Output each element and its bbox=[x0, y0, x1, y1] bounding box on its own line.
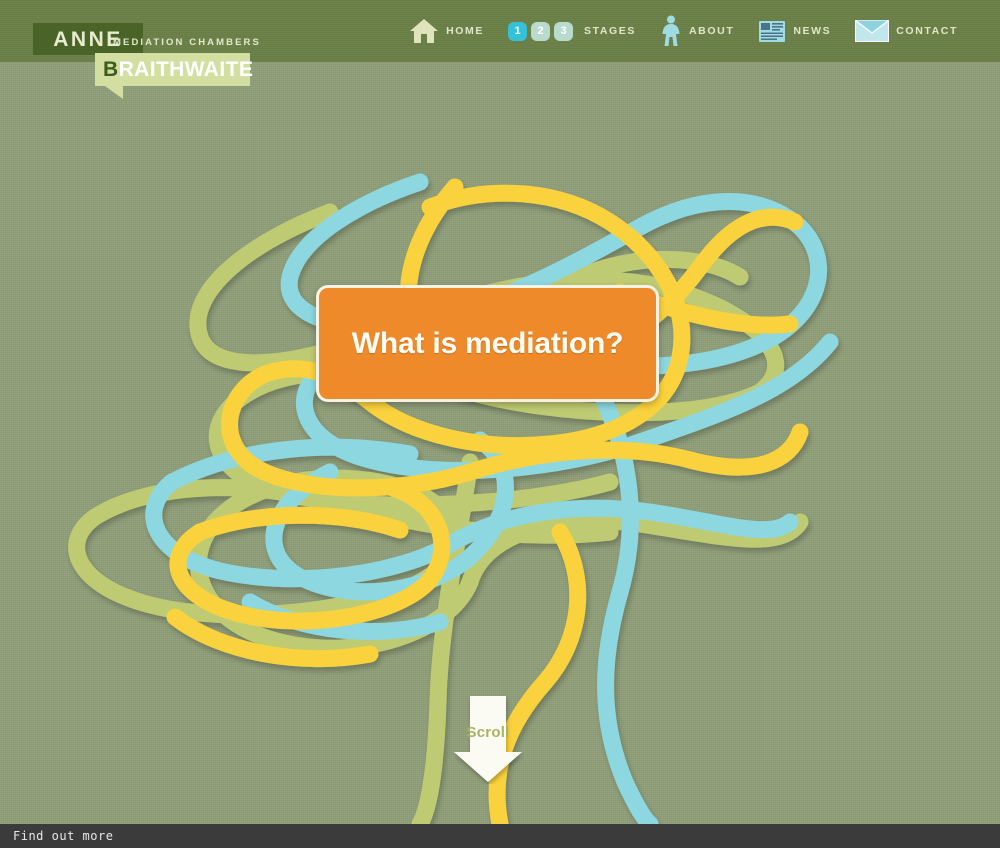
envelope-icon bbox=[855, 20, 890, 42]
stage-dot-2[interactable]: 2 bbox=[531, 21, 550, 41]
scroll-label: Scroll bbox=[466, 724, 510, 741]
home-icon bbox=[409, 18, 439, 44]
stage-dot-3[interactable]: 3 bbox=[554, 21, 573, 41]
page-root: ANNE MEDIATION CHAMBERS BRAITHWAITE HOME… bbox=[0, 0, 1000, 848]
nav-label-home: HOME bbox=[446, 25, 484, 37]
main-navigation: HOME 1 2 3 STAGES ABOUT NEWS CONTACT bbox=[397, 0, 970, 62]
stages-numbers-icon: 1 2 3 bbox=[508, 21, 573, 41]
logo-last-name: BRAITHWAITE bbox=[95, 59, 253, 80]
browser-status-bar: Find out more bbox=[0, 824, 1000, 848]
nav-item-contact[interactable]: CONTACT bbox=[843, 0, 970, 62]
nav-label-news: NEWS bbox=[793, 25, 832, 37]
nav-item-about[interactable]: ABOUT bbox=[648, 0, 746, 62]
nav-item-home[interactable]: HOME bbox=[397, 0, 496, 62]
nav-item-news[interactable]: NEWS bbox=[746, 0, 843, 62]
cta-label: What is mediation? bbox=[351, 326, 624, 360]
scroll-down-arrow[interactable]: Scroll bbox=[452, 694, 524, 784]
person-icon bbox=[660, 15, 682, 47]
stage-dot-1[interactable]: 1 bbox=[508, 21, 527, 41]
logo-tagline: MEDIATION CHAMBERS bbox=[113, 37, 261, 48]
what-is-mediation-button[interactable]: What is mediation? bbox=[316, 285, 659, 402]
nav-label-about: ABOUT bbox=[689, 25, 735, 37]
newspaper-icon bbox=[758, 19, 786, 43]
site-logo[interactable]: ANNE MEDIATION CHAMBERS BRAITHWAITE bbox=[0, 0, 300, 100]
logo-last-name-initial: B bbox=[103, 58, 119, 81]
status-bar-text: Find out more bbox=[13, 829, 114, 843]
nav-label-contact: CONTACT bbox=[896, 25, 958, 37]
nav-label-stages: STAGES bbox=[584, 25, 636, 37]
nav-item-stages[interactable]: 1 2 3 STAGES bbox=[496, 0, 648, 62]
logo-last-name-rest: RAITHWAITE bbox=[118, 58, 254, 81]
logo-bubble-tail-bottom bbox=[105, 86, 123, 99]
logo-bubble-braithwaite: BRAITHWAITE bbox=[95, 53, 253, 86]
